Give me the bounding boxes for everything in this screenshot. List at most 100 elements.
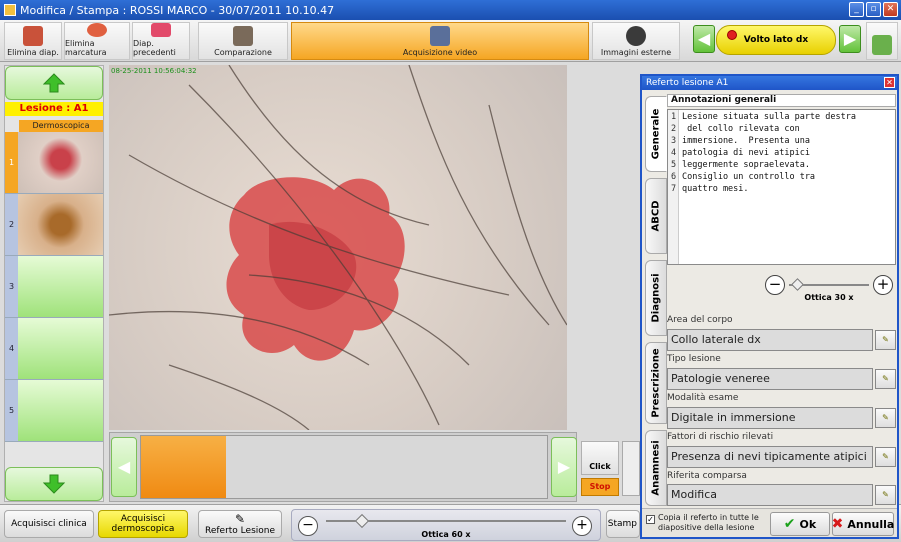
note-line: quattro mesi. <box>682 184 749 194</box>
line-number: 3 <box>670 136 677 146</box>
elimina-marcatura-button[interactable]: Elimina marcatura <box>64 22 130 60</box>
annulla-button[interactable]: ✖ Annulla <box>832 512 894 536</box>
main-toolbar: Elimina diap. Elimina marcatura Diap. pr… <box>0 20 901 62</box>
note-line: immersione. Presenta una <box>682 136 810 146</box>
edit-field-icon[interactable]: ✎ <box>875 485 896 505</box>
dermoscopy-image[interactable]: 08-25-2011 10:56:04:32 <box>109 65 567 430</box>
immagini-esterne-button[interactable]: Immagini esterne <box>592 22 680 60</box>
tab-diagnosi[interactable]: Diagnosi <box>645 260 667 336</box>
prev-side-arrow-icon[interactable]: ◀ <box>693 25 715 53</box>
diap-precedenti-button[interactable]: Diap. precedenti <box>132 22 190 60</box>
dialog-close-icon[interactable]: ✕ <box>884 77 895 88</box>
slot-number: 5 <box>5 380 18 441</box>
acquisizione-video-button[interactable]: Acquisizione video <box>291 22 589 60</box>
field-value[interactable]: Digitale in immersione <box>667 407 873 429</box>
field-label: Area del corpo <box>667 315 733 325</box>
thumbnail-slot[interactable]: 3 <box>5 256 103 318</box>
line-number: 4 <box>670 148 677 158</box>
stampa-button[interactable]: Stamp <box>606 510 640 538</box>
field-value[interactable]: Collo laterale dx <box>667 329 873 351</box>
field-label: Modalità esame <box>667 393 739 403</box>
vertical-tabs: Generale ABCD Diagnosi Prescrizione Anam… <box>645 96 667 506</box>
field-label: Fattori di rischio rilevati <box>667 432 774 442</box>
field-label: Tipo lesione <box>667 354 721 364</box>
side-tools-icon[interactable] <box>622 441 640 496</box>
close-icon[interactable]: ✕ <box>883 2 898 17</box>
lesion-thumbnail-panel: Lesione : A1 Dermoscopica 1 2 3 4 5 <box>4 65 104 502</box>
thumbnail-image <box>18 194 103 255</box>
tab-generale[interactable]: Generale <box>645 96 667 172</box>
lesion-graphic <box>109 65 567 430</box>
edit-field-icon[interactable]: ✎ <box>875 330 896 350</box>
ok-button[interactable]: ✔ Ok <box>770 512 830 536</box>
report-pencil-icon: ✎ <box>234 512 246 526</box>
edit-field-icon[interactable]: ✎ <box>875 369 896 389</box>
copia-checkbox[interactable]: ✓ <box>646 515 655 524</box>
capture-strip: ◀ ▶ <box>109 432 577 502</box>
field-value[interactable]: Patologie veneree <box>667 368 873 390</box>
annotations-textarea[interactable]: 1 Lesione situata sulla parte destra 2 de… <box>667 109 896 265</box>
acquisisci-clinica-button[interactable]: Acquisisci clinica <box>4 510 94 538</box>
zoom-slider-thumb[interactable] <box>354 513 370 529</box>
scroll-up-button[interactable] <box>5 66 103 100</box>
elimina-diap-button[interactable]: Elimina diap. <box>4 22 62 60</box>
referto-lesione-button[interactable]: ✎ Referto Lesione <box>198 510 282 538</box>
field-value[interactable]: Modifica <box>667 484 873 506</box>
thumbnail-list: 1 2 3 4 5 <box>5 132 103 442</box>
dialog-title: Referto lesione A1 <box>646 78 729 88</box>
dialog-body: Annotazioni generali 1 Lesione situata su… <box>667 92 896 506</box>
video-probe-icon <box>430 26 450 46</box>
cancel-x-icon: ✖ <box>831 516 844 532</box>
zoom-label: Ottica 60 x <box>421 530 471 539</box>
compare-icon <box>233 26 253 46</box>
dialog-title-bar: Referto lesione A1 ✕ <box>642 76 897 90</box>
comparazione-button[interactable]: Comparazione <box>198 22 288 60</box>
minimize-icon[interactable]: _ <box>849 2 864 17</box>
line-number: 2 <box>670 124 677 134</box>
strip-next-arrow-icon[interactable]: ▶ <box>551 437 577 497</box>
note-line: del collo rilevata con <box>682 124 800 134</box>
dialog-footer: ✓ Copia il referto in tutte le diapositi… <box>642 508 897 537</box>
window-controls: _ ▫ ✕ <box>849 2 898 17</box>
acquisisci-dermoscopica-button[interactable]: Acquisisci dermoscopica <box>98 510 188 538</box>
copia-label: Copia il referto in tutte le diapositive… <box>658 513 759 532</box>
line-number: 5 <box>670 160 677 170</box>
area-corpo-field: Collo laterale dx ✎ <box>667 329 896 351</box>
next-side-arrow-icon[interactable]: ▶ <box>839 25 861 53</box>
slot-number: 1 <box>5 132 18 193</box>
tipo-lesione-field: Patologie veneree ✎ <box>667 368 896 390</box>
line-number: 1 <box>670 112 677 122</box>
delete-mark-icon <box>87 23 107 37</box>
field-value[interactable]: Presenza di nevi tipicamente atipici <box>667 446 873 468</box>
optic-plus-icon[interactable]: + <box>873 275 893 295</box>
tab-abcd[interactable]: ABCD <box>645 178 667 254</box>
strip-prev-arrow-icon[interactable]: ◀ <box>111 437 137 497</box>
annotazioni-header: Annotazioni generali <box>667 94 896 107</box>
thumbnail-slot[interactable]: 1 <box>5 132 103 194</box>
optic-slider-thumb[interactable] <box>791 278 804 291</box>
scroll-down-button[interactable] <box>5 467 103 501</box>
tab-anamnesi[interactable]: Anamnesi <box>645 430 667 506</box>
stop-button[interactable]: Stop <box>581 478 619 496</box>
tab-prescrizione[interactable]: Prescrizione <box>645 342 667 424</box>
line-number: 6 <box>670 172 677 182</box>
note-line: Consiglio un controllo tra <box>682 172 816 182</box>
edit-field-icon[interactable]: ✎ <box>875 447 896 467</box>
thumbnail-slot[interactable]: 2 <box>5 194 103 256</box>
click-capture-button[interactable]: Click <box>581 441 619 475</box>
field-label: Riferita comparsa <box>667 471 747 481</box>
volto-lato-selector[interactable]: Volto lato dx <box>716 25 836 55</box>
line-number: 7 <box>670 184 677 194</box>
app-icon <box>4 4 16 16</box>
optic-minus-icon[interactable]: − <box>765 275 785 295</box>
body-map-button[interactable] <box>866 22 898 60</box>
optic-label: Ottica 30 x <box>804 293 854 302</box>
edit-field-icon[interactable]: ✎ <box>875 408 896 428</box>
thumbnail-slot[interactable]: 4 <box>5 318 103 380</box>
thumbnail-slot[interactable]: 5 <box>5 380 103 442</box>
empty-thumbnail <box>18 380 103 441</box>
restore-icon[interactable]: ▫ <box>866 2 881 17</box>
window-title: Modifica / Stampa : ROSSI MARCO - 30/07/… <box>20 3 335 17</box>
referto-dialog: Referto lesione A1 ✕ Generale ABCD Diagn… <box>640 74 899 539</box>
current-frame[interactable] <box>141 436 226 498</box>
